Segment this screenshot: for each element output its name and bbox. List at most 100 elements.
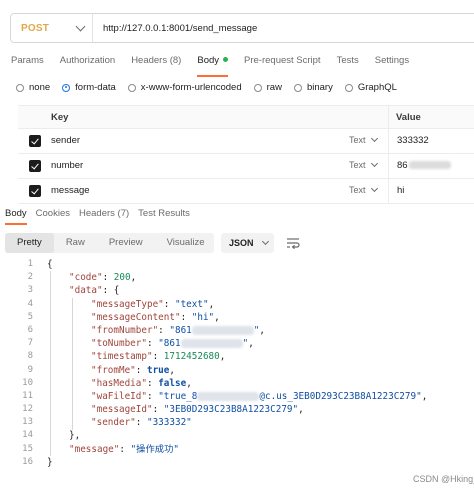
json-str-token: "true_8	[158, 390, 198, 402]
json-key-token: "timestamp"	[91, 351, 153, 363]
json-pun-token: :	[146, 377, 159, 389]
redacted-blur	[191, 325, 254, 335]
tab-label: Settings	[374, 55, 410, 66]
json-pun-token: ,	[186, 377, 192, 389]
code-text: "fromNumber": "861 ",	[91, 324, 265, 337]
json-bool-token: true	[146, 364, 170, 376]
tab-label: Body	[5, 208, 27, 219]
radio-raw[interactable]: raw	[253, 82, 282, 93]
json-pun-token: :	[135, 364, 147, 376]
json-pun-token: ,	[130, 272, 137, 284]
format-visualize[interactable]: Visualize	[155, 233, 217, 253]
radio-circle-icon	[344, 83, 353, 92]
response-tab-test-results[interactable]: Test Results	[138, 208, 190, 219]
json-key-token: "fromNumber"	[91, 324, 159, 336]
json-pun-token: ,	[208, 298, 215, 310]
language-select[interactable]: JSON	[221, 233, 274, 253]
response-tabs: Body Cookies Headers (7) Test Results	[5, 208, 199, 225]
format-preview[interactable]: Preview	[97, 233, 155, 253]
param-key[interactable]: message	[51, 185, 90, 196]
param-value-text: 333332	[397, 135, 429, 146]
line-number: 15	[22, 443, 33, 454]
code-line: 2 "code": 200,	[0, 271, 474, 284]
line-number: 1	[27, 259, 33, 269]
code-line: 16}	[0, 456, 474, 469]
param-key[interactable]: number	[51, 160, 83, 171]
code-text: },	[69, 429, 80, 442]
chevron-down-icon	[261, 237, 269, 246]
line-number: 2	[27, 272, 33, 283]
tab-body[interactable]: Body	[197, 55, 229, 77]
tab-tests[interactable]: Tests	[337, 55, 359, 71]
tab-headers-8[interactable]: Headers (8)	[131, 55, 181, 71]
param-value[interactable]: 86	[397, 160, 451, 171]
json-pun-token: :	[152, 404, 164, 416]
tab-authorization[interactable]: Authorization	[60, 55, 115, 71]
row-checkbox[interactable]	[29, 160, 41, 172]
json-pun-token: }	[47, 456, 53, 468]
line-number: 12	[22, 404, 33, 415]
tab-label: Test Results	[138, 208, 190, 219]
param-type-select[interactable]: Text	[349, 134, 378, 145]
json-pun-token: ,	[421, 390, 428, 402]
code-text: "toNumber": "861 ",	[91, 337, 254, 350]
code-text: "data": {	[69, 284, 119, 297]
tab-pre-request-script[interactable]: Pre-request Script	[244, 55, 321, 71]
line-number: 13	[22, 417, 33, 428]
row-checkbox[interactable]	[29, 185, 41, 197]
radio-graphql[interactable]: GraphQL	[344, 82, 397, 93]
column-divider	[388, 154, 389, 178]
code-text: "messageContent": "hi",	[91, 311, 220, 324]
response-tab-cookies[interactable]: Cookies	[36, 208, 70, 219]
format-pretty[interactable]: Pretty	[5, 233, 54, 253]
indent-guide	[50, 271, 51, 456]
chevron-down-icon	[370, 134, 378, 143]
json-key-token: "hasMedia"	[91, 377, 147, 389]
param-value-text: 86	[397, 160, 408, 171]
format-raw[interactable]: Raw	[54, 233, 97, 253]
json-bool-token: false	[158, 377, 187, 389]
method-label: POST	[21, 22, 50, 34]
request-tabs: Params Authorization Headers (8) Body Pre-re…	[11, 55, 425, 77]
param-type-select[interactable]: Text	[349, 159, 378, 170]
param-value[interactable]: hi	[397, 185, 404, 196]
tab-settings[interactable]: Settings	[375, 55, 409, 71]
param-type-label: Text	[349, 185, 366, 195]
url-bar: POST http://127.0.0.1:8001/send_message	[10, 13, 474, 43]
redacted-blur	[408, 161, 451, 170]
json-key-token: "sender"	[91, 417, 136, 429]
radio-form-data[interactable]: form-data	[62, 82, 116, 93]
radio-label: GraphQL	[357, 82, 397, 93]
radio-none[interactable]: none	[16, 82, 50, 93]
param-key[interactable]: sender	[51, 135, 80, 146]
line-number: 5	[27, 311, 33, 322]
url-input[interactable]: http://127.0.0.1:8001/send_message	[93, 23, 257, 34]
value-column-header: Value	[396, 112, 421, 123]
tab-label: Tests	[336, 55, 359, 66]
tab-params[interactable]: Params	[11, 55, 44, 71]
code-line: 1{	[0, 258, 474, 271]
wrap-lines-icon[interactable]	[286, 236, 300, 250]
radio-circle-icon	[253, 83, 262, 92]
chevron-down-icon	[370, 159, 378, 168]
form-data-table: Key Value sender Text 333332 number Text 86 me…	[18, 105, 474, 204]
line-number: 16	[22, 456, 33, 467]
indent-guide	[72, 297, 73, 430]
radio-x-www-form-urlencoded[interactable]: x-www-form-urlencoded	[127, 82, 242, 93]
line-number: 7	[27, 338, 33, 349]
json-key-token: "messageContent"	[91, 311, 181, 323]
method-select[interactable]: POST	[11, 14, 93, 42]
column-divider	[388, 179, 389, 203]
radio-binary[interactable]: binary	[293, 82, 333, 93]
json-str-token: @c.us_3EB0D293C23B8A1223C279"	[259, 390, 422, 402]
param-value-text: hi	[397, 185, 405, 196]
param-value[interactable]: 333332	[397, 135, 429, 146]
chevron-down-icon	[75, 21, 86, 31]
param-type-select[interactable]: Text	[349, 184, 378, 195]
response-tab-body[interactable]: Body	[5, 208, 27, 225]
row-checkbox[interactable]	[29, 135, 41, 147]
json-pun-token: :	[163, 298, 175, 310]
response-tab-headers-7[interactable]: Headers (7)	[79, 208, 129, 219]
column-divider	[388, 106, 389, 128]
json-pun-token: ,	[248, 338, 254, 350]
